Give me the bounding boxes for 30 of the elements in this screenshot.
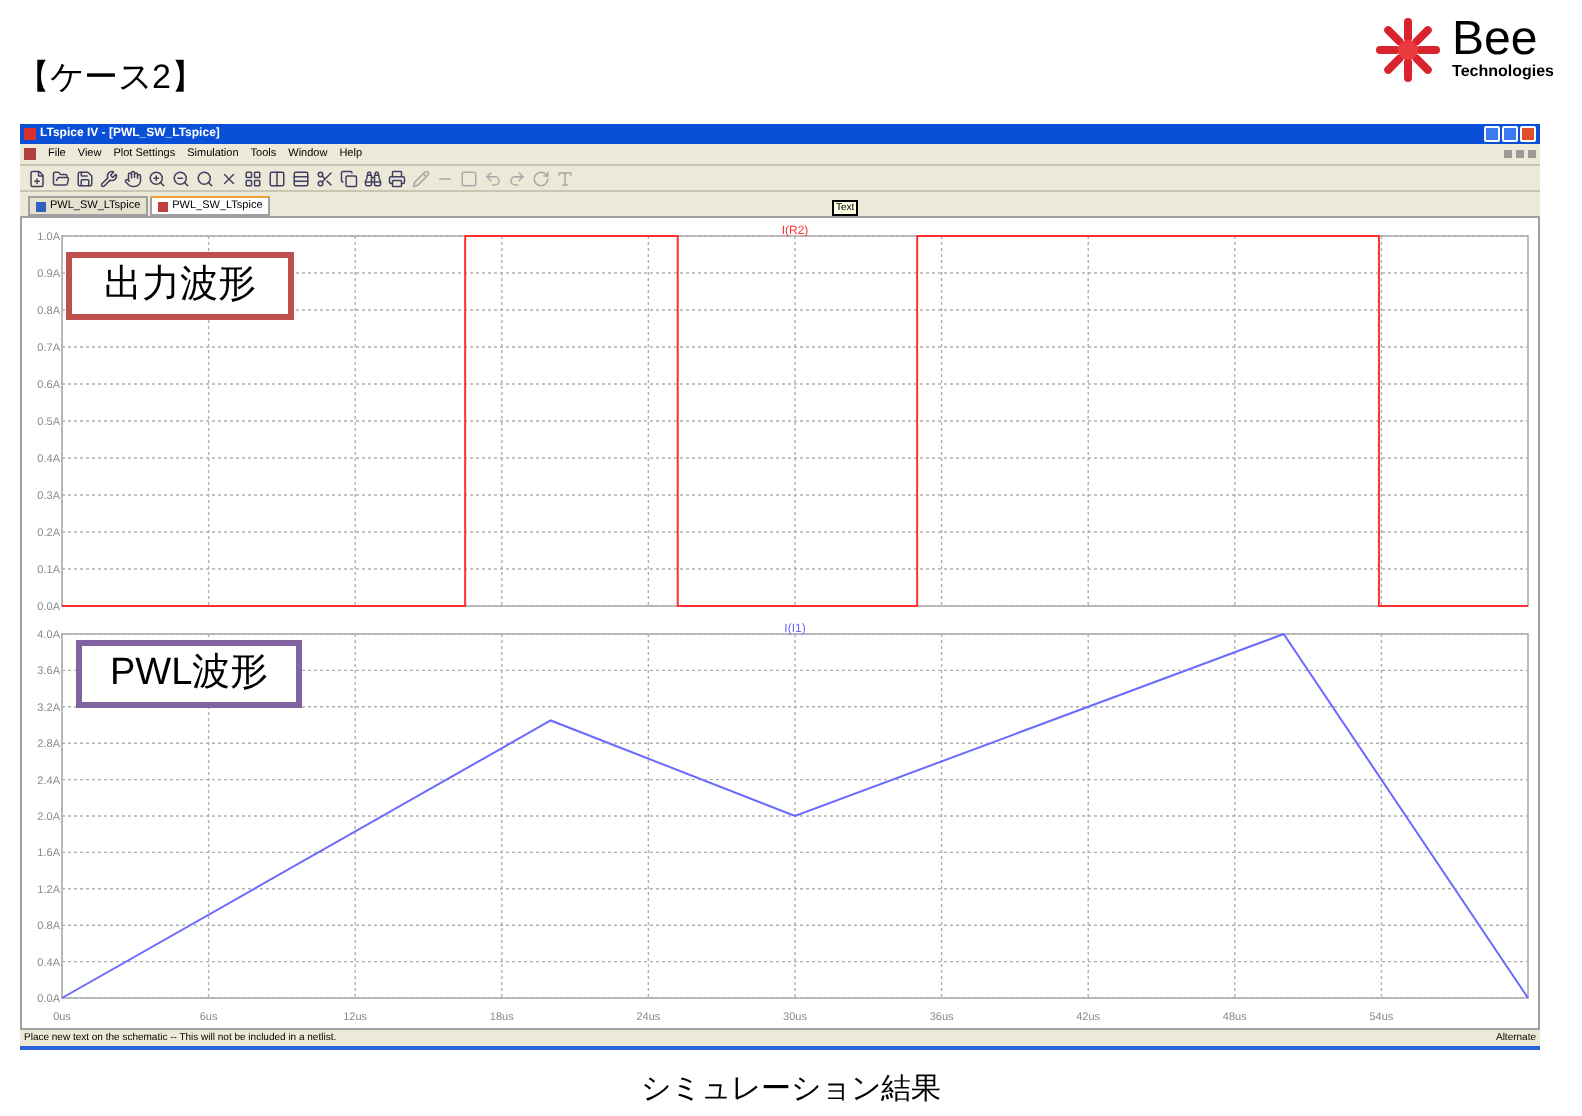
schematic-icon bbox=[36, 201, 46, 211]
columns-icon[interactable] bbox=[268, 169, 286, 187]
search-icon[interactable] bbox=[196, 169, 214, 187]
grid-icon[interactable] bbox=[244, 169, 262, 187]
rows-icon[interactable] bbox=[292, 169, 310, 187]
logo-subtitle: Technologies bbox=[1452, 62, 1554, 82]
cancel-zoom-icon[interactable] bbox=[220, 169, 238, 187]
slide-title: 【ケース2】 bbox=[16, 56, 205, 100]
slide-caption: シミュレーション結果 bbox=[641, 1070, 941, 1110]
hand-icon[interactable] bbox=[124, 169, 142, 187]
callout-label: 出力波形 bbox=[66, 252, 294, 320]
waveform-icon bbox=[158, 201, 169, 211]
binoculars-icon[interactable] bbox=[364, 169, 382, 187]
wrench-icon[interactable] bbox=[100, 169, 118, 187]
callout-label: PWL波形 bbox=[76, 640, 303, 708]
printer-icon[interactable] bbox=[388, 169, 406, 187]
app-icon bbox=[24, 128, 36, 140]
copy-icon[interactable] bbox=[340, 169, 358, 187]
zoom-out-icon[interactable] bbox=[172, 169, 190, 187]
new-file-icon[interactable] bbox=[28, 169, 46, 187]
save-icon[interactable] bbox=[76, 169, 94, 187]
doc-icon bbox=[24, 148, 36, 160]
cut-icon[interactable] bbox=[316, 169, 334, 187]
folder-icon[interactable] bbox=[52, 169, 70, 187]
logo-wordmark: Bee bbox=[1452, 18, 1538, 62]
zoom-in-icon[interactable] bbox=[148, 169, 166, 187]
minimize-button[interactable] bbox=[1484, 126, 1500, 142]
maximize-button[interactable] bbox=[1502, 126, 1518, 142]
close-button[interactable] bbox=[1520, 126, 1536, 142]
logo-icon bbox=[1372, 16, 1445, 84]
